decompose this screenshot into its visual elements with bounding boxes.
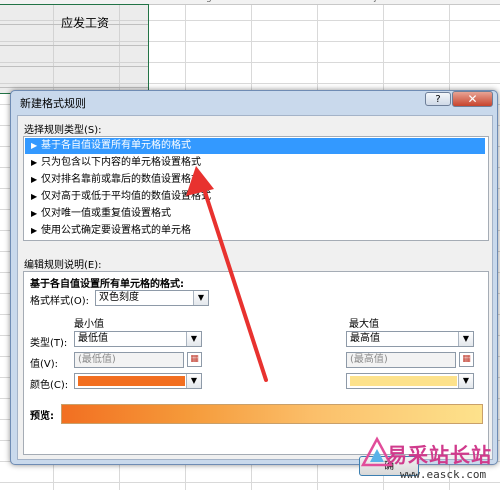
column-letter: j: [374, 0, 430, 3]
triangle-right-icon: ▶: [31, 141, 38, 150]
watermark-url: www.easck.com: [400, 468, 487, 481]
column-letter: g: [206, 0, 262, 3]
min-value-placeholder: (最低值): [78, 354, 116, 365]
chevron-down-icon: ▼: [458, 374, 473, 388]
max-header: 最大值: [349, 319, 379, 330]
select-rule-type-label: 选择规则类型(S):: [24, 125, 102, 136]
edit-rule-heading: 基于各自值设置所有单元格的格式:: [30, 279, 184, 290]
dialog-titlebar[interactable]: 新建格式规则 ? ✕: [11, 91, 497, 111]
chevron-down-icon: ▼: [458, 332, 473, 346]
chevron-down-icon: ▼: [193, 291, 208, 305]
format-style-dropdown[interactable]: 双色刻度 ▼: [95, 290, 209, 306]
chevron-down-icon: ▼: [186, 374, 201, 388]
edit-rule-panel: 基于各自值设置所有单元格的格式: 格式样式(O): 双色刻度 ▼ 最小值 最大值…: [23, 271, 489, 455]
chevron-down-icon: ▼: [186, 332, 201, 346]
min-color-swatch: [78, 376, 185, 386]
rule-type-text: 只为包含以下内容的单元格设置格式: [41, 157, 201, 168]
column-letter: l: [486, 0, 500, 3]
rule-type-item[interactable]: ▶ 使用公式确定要设置格式的单元格: [25, 223, 485, 239]
triangle-right-icon: ▶: [31, 209, 38, 218]
min-type-value: 最低值: [78, 333, 108, 344]
dialog-body: 选择规则类型(S): ▶ 基于各自值设置所有单元格的格式 ▶ 只为包含以下内容的单元…: [17, 115, 493, 476]
type-label: 类型(T):: [30, 338, 68, 349]
close-button[interactable]: ✕: [452, 91, 493, 107]
edit-rule-label: 编辑规则说明(E):: [24, 260, 102, 271]
min-type-dropdown[interactable]: 最低值 ▼: [74, 331, 202, 347]
column-letter: i: [318, 0, 374, 3]
min-header: 最小值: [74, 319, 104, 330]
gradient-preview-bar: [61, 404, 483, 424]
max-color-dropdown[interactable]: ▼: [346, 373, 474, 389]
max-type-dropdown[interactable]: 最高值 ▼: [346, 331, 474, 347]
max-value-placeholder: (最高值): [350, 354, 388, 365]
dialog-title: 新建格式规则: [20, 97, 86, 110]
rule-type-item[interactable]: ▶ 仅对高于或低于平均值的数值设置格式: [25, 189, 485, 205]
rule-type-item[interactable]: ▶ 只为包含以下内容的单元格设置格式: [25, 155, 485, 171]
rule-type-text: 基于各自值设置所有单元格的格式: [41, 140, 191, 151]
value-label: 值(V):: [30, 359, 59, 370]
column-letter: k: [430, 0, 486, 3]
color-label: 颜色(C):: [30, 380, 69, 391]
rule-type-item[interactable]: ▶ 仅对排名靠前或靠后的数值设置格式: [25, 172, 485, 188]
max-type-value: 最高值: [350, 333, 380, 344]
preview-label: 预览:: [30, 411, 54, 422]
max-color-swatch: [350, 376, 457, 386]
min-range-picker-icon[interactable]: ▦: [187, 352, 202, 367]
column-letter: f: [150, 0, 206, 3]
column-letters: fghijkl: [150, 0, 500, 3]
triangle-right-icon: ▶: [31, 192, 38, 201]
format-style-label: 格式样式(O):: [30, 296, 90, 307]
rule-type-text: 仅对唯一值或重复值设置格式: [41, 208, 171, 219]
rule-type-item[interactable]: ▶ 基于各自值设置所有单元格的格式: [25, 138, 485, 154]
triangle-right-icon: ▶: [31, 158, 38, 167]
triangle-right-icon: ▶: [31, 226, 38, 235]
help-button[interactable]: ?: [425, 92, 451, 106]
min-value-input[interactable]: (最低值): [74, 352, 184, 368]
rule-type-list[interactable]: ▶ 基于各自值设置所有单元格的格式 ▶ 只为包含以下内容的单元格设置格式 ▶ 仅对排名…: [23, 136, 489, 241]
max-range-picker-icon[interactable]: ▦: [459, 352, 474, 367]
column-letter: h: [262, 0, 318, 3]
salary-header-cell[interactable]: 应发工资: [22, 14, 148, 31]
watermark-text: 易采站长站: [387, 443, 492, 467]
new-format-rule-dialog: 新建格式规则 ? ✕ 选择规则类型(S): ▶ 基于各自值设置所有单元格的格式 ▶…: [10, 90, 498, 476]
rule-type-text: 仅对高于或低于平均值的数值设置格式: [41, 191, 211, 202]
triangle-right-icon: ▶: [31, 175, 38, 184]
site-watermark: 易采站长站 www.easck.com: [359, 433, 500, 490]
min-color-dropdown[interactable]: ▼: [74, 373, 202, 389]
format-style-value: 双色刻度: [99, 292, 139, 303]
rule-type-item[interactable]: ▶ 仅对唯一值或重复值设置格式: [25, 206, 485, 222]
rule-type-text: 仅对排名靠前或靠后的数值设置格式: [41, 174, 201, 185]
max-value-input[interactable]: (最高值): [346, 352, 456, 368]
rule-type-text: 使用公式确定要设置格式的单元格: [41, 225, 191, 236]
